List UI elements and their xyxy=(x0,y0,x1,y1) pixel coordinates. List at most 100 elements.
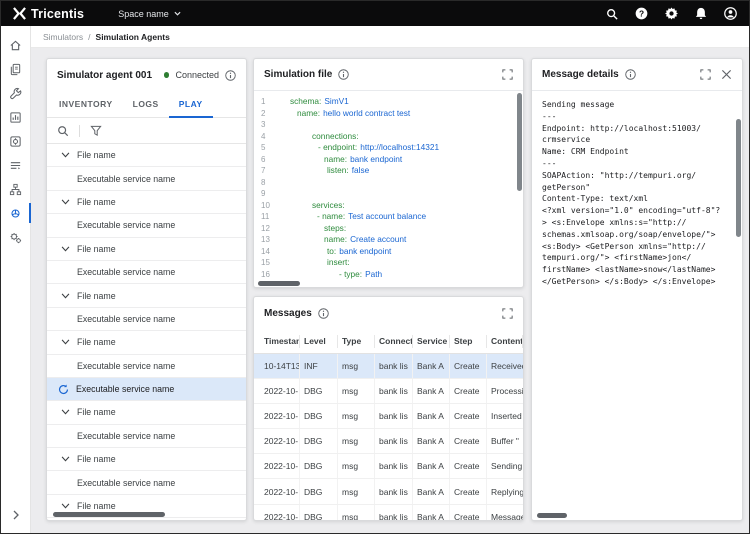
table-row[interactable]: 2022-10- DBG msg bank lis Bank A Create … xyxy=(254,404,523,429)
column-header: Type xyxy=(338,335,375,348)
agent-info-button[interactable] xyxy=(225,70,236,81)
info-icon xyxy=(318,308,329,319)
message-details-panel: Message details xyxy=(531,58,743,521)
tricentis-logo-icon xyxy=(13,7,26,20)
tree-row-label: File name xyxy=(77,407,116,417)
code-line: 16 - type:Path xyxy=(254,269,523,281)
sidebar-item-hierarchy[interactable] xyxy=(1,177,31,201)
tree-search-button[interactable] xyxy=(57,125,69,137)
sidebar-item-tools[interactable] xyxy=(1,81,31,105)
vertical-scrollbar[interactable] xyxy=(517,93,522,191)
chevron-down-icon xyxy=(61,199,70,205)
message-line: firstName> <lastName>snow</lastName> xyxy=(542,264,732,276)
expand-icon xyxy=(700,69,711,80)
cell-content: Replying xyxy=(487,479,523,503)
cell-type: msg xyxy=(338,479,375,503)
hierarchy-icon xyxy=(9,183,22,196)
horizontal-scrollbar[interactable] xyxy=(53,512,165,517)
expand-icon xyxy=(502,308,513,319)
messages-table-header: TimestampLevelTypeConnectionServiceStepC… xyxy=(254,329,523,354)
tab[interactable]: PLAY xyxy=(169,91,213,117)
sidebar-item-packages[interactable] xyxy=(1,129,31,153)
tree-row[interactable]: File name xyxy=(47,238,246,261)
sidebar-item-home[interactable] xyxy=(1,33,31,57)
cell-connection: bank lis xyxy=(375,454,413,478)
tree-row[interactable]: Executable service name xyxy=(47,261,246,284)
tree-row[interactable]: File name xyxy=(47,448,246,471)
code-viewer: 1 schema:SimV1 2 name:hello world contra… xyxy=(254,91,523,287)
account-button[interactable] xyxy=(724,7,737,20)
agent-panel-title: Simulator agent 001 xyxy=(57,70,152,81)
brand: Tricentis xyxy=(13,7,84,21)
tree-row[interactable]: Executable service name xyxy=(47,378,246,401)
message-line: schemas.xmlsoap.org/soap/envelope/"> xyxy=(542,229,732,241)
info-icon xyxy=(225,70,236,81)
message-details-close-button[interactable] xyxy=(721,69,732,80)
tree-row[interactable]: Executable service name xyxy=(47,214,246,237)
simulation-file-expand-button[interactable] xyxy=(502,69,513,80)
tree-row[interactable]: Executable service name xyxy=(47,471,246,494)
sidebar-item-administration[interactable] xyxy=(1,225,31,249)
code-line: 13 name:Create account xyxy=(254,234,523,246)
list-icon xyxy=(9,159,22,172)
tree-row[interactable]: File name xyxy=(47,144,246,167)
horizontal-scrollbar[interactable] xyxy=(258,281,300,286)
notifications-button[interactable] xyxy=(695,7,707,20)
tree-row[interactable]: File name xyxy=(47,284,246,307)
message-details-info-button[interactable] xyxy=(625,69,636,80)
bell-icon xyxy=(695,7,707,20)
simulation-file-info-button[interactable] xyxy=(338,69,349,80)
gears-icon xyxy=(9,231,22,244)
horizontal-scrollbar[interactable] xyxy=(537,513,567,518)
messages-expand-button[interactable] xyxy=(502,308,513,319)
tree-row[interactable]: Executable service name xyxy=(47,308,246,331)
tree-row[interactable]: File name xyxy=(47,191,246,214)
line-number: 2 xyxy=(254,108,285,120)
tree-row[interactable]: File name xyxy=(47,401,246,424)
cell-content: Inserted xyxy=(487,404,523,428)
tree-row[interactable]: Executable service name xyxy=(47,167,246,190)
message-details-expand-button[interactable] xyxy=(700,69,711,80)
tree-row[interactable]: Executable service name xyxy=(47,425,246,448)
tab[interactable]: INVENTORY xyxy=(49,91,123,117)
table-row[interactable]: 2022-10- DBG msg bank lis Bank A Create … xyxy=(254,479,523,504)
table-row[interactable]: 2022-10- DBG msg bank lis Bank A Create … xyxy=(254,454,523,479)
message-line: Endpoint: http://localhost:51003/ xyxy=(542,123,732,135)
message-line: Name: CRM Endpoint xyxy=(542,146,732,158)
search-button[interactable] xyxy=(606,8,618,20)
sidebar-item-reports[interactable] xyxy=(1,105,31,129)
content-area: Simulator agent 001 Connected INVENTORY … xyxy=(31,48,749,533)
code-line: 9 xyxy=(254,188,523,200)
package-icon xyxy=(9,135,22,148)
messages-info-button[interactable] xyxy=(318,308,329,319)
tree-filter-button[interactable] xyxy=(90,125,102,137)
settings-button[interactable] xyxy=(665,7,678,20)
chevron-down-icon xyxy=(61,339,70,345)
app-window: Tricentis Space name ? xyxy=(0,0,750,534)
files-icon xyxy=(9,63,22,76)
sidebar-item-lists[interactable] xyxy=(1,153,31,177)
tab[interactable]: LOGS xyxy=(123,91,169,117)
cell-level: DBG xyxy=(300,404,338,428)
yaml-value: Create account xyxy=(350,234,406,244)
tree-row-label: File name xyxy=(77,150,116,160)
tree-row[interactable]: Executable service name xyxy=(47,355,246,378)
table-row[interactable]: 10-14T13: INF msg bank lis Bank A Create… xyxy=(254,354,523,379)
table-row[interactable]: 2022-10- DBG msg bank lis Bank A Create … xyxy=(254,429,523,454)
avatar-icon xyxy=(724,7,737,20)
line-number: 15 xyxy=(254,257,285,269)
yaml-value: SimV1 xyxy=(324,96,348,106)
sidebar-item-files[interactable] xyxy=(1,57,31,81)
help-button[interactable]: ? xyxy=(635,7,648,20)
sidebar-expand-button[interactable] xyxy=(1,503,31,527)
table-row[interactable]: 2022-10- DBG msg bank lis Bank A Create … xyxy=(254,505,523,520)
table-row[interactable]: 2022-10- DBG msg bank lis Bank A Create … xyxy=(254,379,523,404)
sidebar-item-simulation-agents[interactable] xyxy=(1,201,31,225)
vertical-scrollbar[interactable] xyxy=(736,119,741,237)
tree-row[interactable]: File name xyxy=(47,331,246,354)
tree-toolbar xyxy=(47,118,246,144)
breadcrumb-simulators[interactable]: Simulators xyxy=(43,32,83,42)
message-details-header: Message details xyxy=(532,59,742,91)
space-selector[interactable]: Space name xyxy=(118,9,181,19)
line-number: 11 xyxy=(254,211,285,223)
